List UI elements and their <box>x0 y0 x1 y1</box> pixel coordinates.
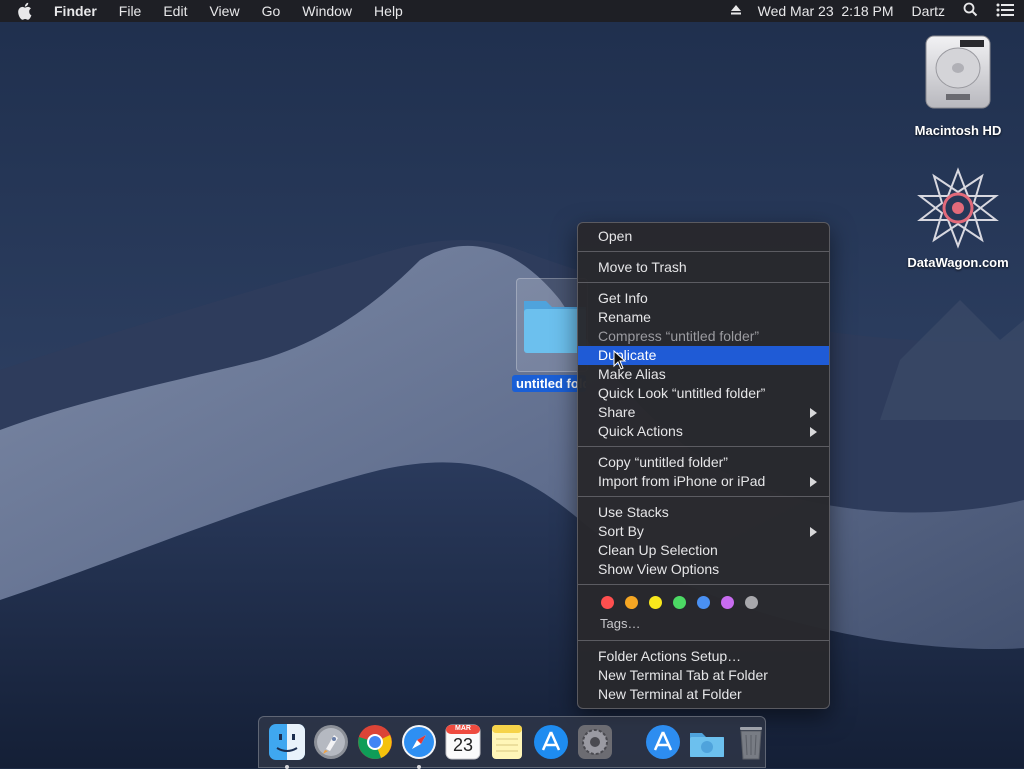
menu-item-get-info[interactable]: Get Info <box>578 289 829 308</box>
menu-item-import-from-iphone[interactable]: Import from iPhone or iPad <box>578 472 829 491</box>
submenu-arrow-icon <box>810 477 817 487</box>
eject-icon[interactable] <box>730 3 742 19</box>
menu-bar: Finder File Edit View Go Window Help Wed… <box>0 0 1024 22</box>
tag-orange[interactable] <box>625 595 638 609</box>
context-menu: Open Move to Trash Get Info Rename Compr… <box>577 222 830 709</box>
menu-help[interactable]: Help <box>374 0 403 22</box>
star-logo-icon <box>916 166 1000 255</box>
dock-applications[interactable] <box>644 723 682 761</box>
dock-system-preferences[interactable] <box>576 723 614 761</box>
hard-drive-icon <box>920 32 996 117</box>
dock-safari[interactable] <box>400 723 438 769</box>
applications-folder-icon <box>644 723 682 761</box>
apple-menu-icon[interactable] <box>18 2 36 20</box>
downloads-folder-icon <box>688 723 726 761</box>
menu-item-move-to-trash[interactable]: Move to Trash <box>578 258 829 277</box>
menu-separator <box>578 251 829 252</box>
menu-file[interactable]: File <box>119 0 142 22</box>
menu-separator <box>578 282 829 283</box>
tag-yellow[interactable] <box>649 595 662 609</box>
tag-colors-row <box>578 591 829 613</box>
menu-item-clean-up-selection[interactable]: Clean Up Selection <box>578 541 829 560</box>
menu-extras: Wed Mar 23 2:18 PM Dartz <box>712 0 1014 22</box>
desktop-icon-datawagon[interactable]: DataWagon.com <box>898 166 1018 270</box>
desktop-icon-macintosh-hd[interactable]: Macintosh HD <box>898 32 1018 138</box>
menu-item-folder-actions-setup[interactable]: Folder Actions Setup… <box>578 647 829 666</box>
desktop-folder-label[interactable]: untitled folder <box>512 375 586 392</box>
menu-item-label: Import from iPhone or iPad <box>598 473 766 489</box>
menu-item-label: Sort By <box>598 523 644 539</box>
menu-item-share[interactable]: Share <box>578 403 829 422</box>
menu-item-label: Quick Actions <box>598 423 683 439</box>
menu-item-new-terminal-tab[interactable]: New Terminal Tab at Folder <box>578 666 829 685</box>
running-indicator <box>417 765 421 769</box>
running-indicator <box>285 765 289 769</box>
menu-app-name[interactable]: Finder <box>54 0 97 22</box>
safari-icon <box>400 723 438 761</box>
tag-blue[interactable] <box>697 595 710 609</box>
mouse-cursor-icon <box>613 349 627 370</box>
menu-item-open[interactable]: Open <box>578 227 829 246</box>
menu-separator <box>578 640 829 641</box>
trash-icon <box>732 723 770 761</box>
submenu-arrow-icon <box>810 427 817 437</box>
system-preferences-icon <box>576 723 614 761</box>
menu-item-new-terminal[interactable]: New Terminal at Folder <box>578 685 829 704</box>
launchpad-icon <box>312 723 350 761</box>
dock-notes[interactable] <box>488 723 526 761</box>
finder-icon <box>268 723 306 761</box>
menu-item-copy[interactable]: Copy “untitled folder” <box>578 453 829 472</box>
desktop-icon-label: DataWagon.com <box>907 255 1009 270</box>
spotlight-icon[interactable] <box>963 2 978 20</box>
menu-clock[interactable]: Wed Mar 23 2:18 PM <box>758 3 894 19</box>
menu-go[interactable]: Go <box>262 0 281 22</box>
tag-purple[interactable] <box>721 595 734 609</box>
menu-window[interactable]: Window <box>302 0 352 22</box>
dock-app-store[interactable] <box>532 723 570 761</box>
calendar-month: MAR <box>455 725 471 732</box>
menu-separator <box>578 584 829 585</box>
calendar-day: 23 <box>452 735 474 755</box>
menu-item-show-view-options[interactable]: Show View Options <box>578 560 829 579</box>
tag-gray[interactable] <box>745 595 758 609</box>
submenu-arrow-icon <box>810 408 817 418</box>
chrome-icon <box>356 723 394 761</box>
tag-green[interactable] <box>673 595 686 609</box>
menu-item-compress: Compress “untitled folder” <box>598 328 760 344</box>
tag-red[interactable] <box>601 595 614 609</box>
dock-trash[interactable] <box>732 723 770 761</box>
notes-icon <box>488 723 526 761</box>
menu-edit[interactable]: Edit <box>163 0 187 22</box>
menu-separator <box>578 446 829 447</box>
dock: MAR 23 <box>258 716 766 769</box>
app-store-icon <box>532 723 570 761</box>
dock-finder[interactable] <box>268 723 306 769</box>
submenu-arrow-icon <box>810 527 817 537</box>
menu-item-quick-look[interactable]: Quick Look “untitled folder” <box>578 384 829 403</box>
menu-separator <box>578 496 829 497</box>
menu-item-sort-by[interactable]: Sort By <box>578 522 829 541</box>
menu-view[interactable]: View <box>209 0 239 22</box>
desktop-icon-label: Macintosh HD <box>914 123 1002 138</box>
calendar-icon: MAR 23 <box>444 723 482 761</box>
menu-item-label: Share <box>598 404 636 420</box>
menu-user[interactable]: Dartz <box>912 3 945 19</box>
dock-downloads[interactable] <box>688 723 726 761</box>
dock-calendar[interactable]: MAR 23 <box>444 723 482 761</box>
menu-item-tags[interactable]: Tags… <box>578 613 829 635</box>
menu-item-quick-actions[interactable]: Quick Actions <box>578 422 829 441</box>
menu-item-rename[interactable]: Rename <box>578 308 829 327</box>
dock-chrome[interactable] <box>356 723 394 761</box>
dock-launchpad[interactable] <box>312 723 350 761</box>
notification-center-icon[interactable] <box>996 3 1014 20</box>
menu-item-use-stacks[interactable]: Use Stacks <box>578 503 829 522</box>
